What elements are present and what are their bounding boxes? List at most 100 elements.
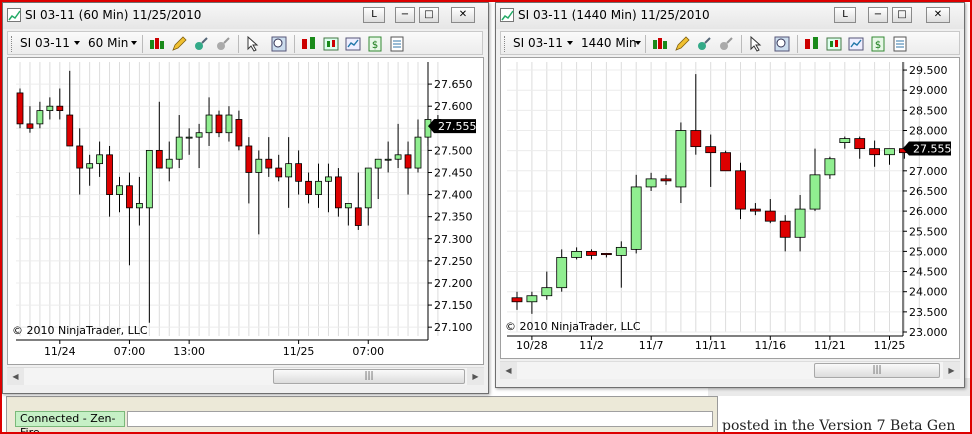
close-button[interactable]: ✕ [451, 7, 475, 23]
strategy-remove-icon[interactable] [717, 35, 735, 53]
candle-body [511, 297, 523, 303]
y-tick-label: 27.450 [434, 166, 473, 179]
scroll-right-button[interactable]: ▶ [943, 362, 960, 379]
x-tick-label: 11/25 [283, 345, 315, 358]
interval-selector[interactable]: 60 Min [88, 36, 128, 50]
y-tick-label: 26.000 [909, 205, 948, 218]
y-tick-label: 29.000 [909, 84, 948, 97]
x-tick-label: 13:00 [173, 345, 205, 358]
bar-type-icon[interactable] [651, 35, 669, 53]
candles-icon[interactable] [322, 35, 340, 53]
candle-body [374, 158, 382, 169]
data-box-icon[interactable] [891, 35, 909, 53]
candle-body [571, 251, 582, 258]
interval-selector[interactable]: 1440 Min [581, 36, 637, 50]
chevron-down-icon[interactable] [567, 41, 573, 45]
candle-body [601, 253, 612, 256]
candle-body [334, 176, 342, 209]
candle-body [869, 148, 881, 156]
candle-body [76, 145, 84, 169]
connection-status[interactable]: Connected - Zen-Fire [15, 411, 125, 434]
minimize-button[interactable]: − [395, 7, 415, 23]
candle-body [364, 167, 372, 209]
candle-body [794, 208, 806, 238]
bar-type-icon[interactable] [148, 35, 166, 53]
candle-body [175, 136, 183, 160]
y-tick-label: 26.500 [909, 185, 948, 198]
candle-body [630, 186, 642, 250]
candle-body [720, 152, 732, 172]
x-tick-label: 11/21 [814, 339, 846, 352]
scroll-left-button[interactable]: ◀ [7, 368, 24, 385]
scroll-left-button[interactable]: ◀ [500, 362, 517, 379]
title-bar[interactable]: SI 03-11 (1440 Min) 11/25/2010 L − □ ✕ [496, 3, 964, 29]
drawing-pencil-icon[interactable] [170, 35, 188, 53]
scroll-right-button[interactable]: ▶ [467, 368, 484, 385]
drawing-pencil-icon[interactable] [673, 35, 691, 53]
candlestick-chart[interactable]: 27.65027.60027.55027.50027.45027.40027.3… [8, 58, 484, 365]
dollar-icon[interactable]: $ [869, 35, 887, 53]
instrument-selector[interactable]: SI 03-11 [513, 36, 563, 50]
title-bar[interactable]: SI 03-11 (60 Min) 11/25/2010 L − □ ✕ [3, 3, 488, 29]
y-tick-label: 29.500 [909, 64, 948, 77]
cursor-pointer-icon[interactable] [244, 35, 262, 53]
toolbar-separator [142, 35, 143, 53]
indicators-icon[interactable] [300, 35, 318, 53]
toolbar-grip[interactable] [11, 36, 14, 52]
background-text: posted in the Version 7 Beta Gen [722, 418, 956, 434]
dollar-icon[interactable]: $ [366, 35, 384, 53]
y-tick-label: 23.000 [909, 326, 948, 339]
toolbar-separator [741, 35, 742, 53]
candle-body [809, 174, 821, 210]
window-title: SI 03-11 (1440 Min) 11/25/2010 [518, 8, 710, 22]
chart-window-60min[interactable]: SI 03-11 (60 Min) 11/25/2010 L − □ ✕ SI … [2, 2, 489, 394]
horizontal-scrollbar[interactable]: ◀ ||| ▶ [500, 361, 960, 379]
chart-window-icon [500, 8, 514, 22]
chevron-down-icon[interactable] [131, 41, 137, 45]
chevron-down-icon[interactable] [74, 41, 80, 45]
minimize-button[interactable]: − [868, 7, 888, 23]
candle-body [884, 148, 895, 156]
candle-body [195, 132, 203, 138]
y-tick-label: 25.000 [909, 245, 948, 258]
instrument-selector[interactable]: SI 03-11 [20, 36, 70, 50]
scroll-thumb[interactable]: ||| [273, 369, 465, 384]
candle-body [690, 130, 702, 148]
price-chart-60min[interactable]: 27.65027.60027.55027.50027.45027.40027.3… [7, 57, 484, 365]
zoom-icon[interactable] [773, 35, 791, 53]
chart-properties-icon[interactable] [847, 35, 865, 53]
candle-body [556, 257, 568, 289]
candle-body [541, 287, 553, 297]
link-button[interactable]: L [363, 7, 385, 23]
maximize-button[interactable]: □ [892, 7, 912, 23]
candle-body [779, 220, 791, 238]
chart-properties-icon[interactable] [344, 35, 362, 53]
horizontal-scrollbar[interactable]: ◀ ||| ▶ [7, 367, 484, 385]
data-box-icon[interactable] [388, 35, 406, 53]
chevron-down-icon[interactable] [635, 41, 641, 45]
maximize-button[interactable]: □ [419, 7, 439, 23]
link-button[interactable]: L [834, 7, 856, 23]
y-tick-label: 27.300 [434, 233, 473, 246]
zoom-icon[interactable] [270, 35, 288, 53]
indicators-icon[interactable] [803, 35, 821, 53]
close-button[interactable]: ✕ [926, 7, 950, 23]
candle-body [106, 154, 113, 195]
svg-text:$: $ [372, 40, 378, 51]
strategy-add-icon[interactable] [192, 35, 210, 53]
y-tick-label: 27.650 [434, 78, 473, 91]
candlestick-chart[interactable]: 29.50029.00028.50028.00027.50027.00026.5… [501, 58, 960, 359]
candles-icon[interactable] [825, 35, 843, 53]
svg-text:$: $ [875, 40, 881, 51]
strategy-remove-icon[interactable] [214, 35, 232, 53]
price-chart-1440min[interactable]: 29.50029.00028.50028.00027.50027.00026.5… [500, 57, 960, 359]
candle-body [675, 130, 687, 188]
scroll-thumb[interactable]: ||| [814, 363, 940, 378]
chart-window-1440min[interactable]: SI 03-11 (1440 Min) 11/25/2010 L − □ ✕ S… [495, 2, 965, 388]
toolbar-grip[interactable] [504, 36, 507, 52]
strategy-add-icon[interactable] [695, 35, 713, 53]
y-tick-label: 27.400 [434, 189, 473, 202]
candle-body [854, 138, 866, 150]
cursor-pointer-icon[interactable] [747, 35, 765, 53]
copyright-text: © 2010 NinjaTrader, LLC [505, 320, 641, 333]
